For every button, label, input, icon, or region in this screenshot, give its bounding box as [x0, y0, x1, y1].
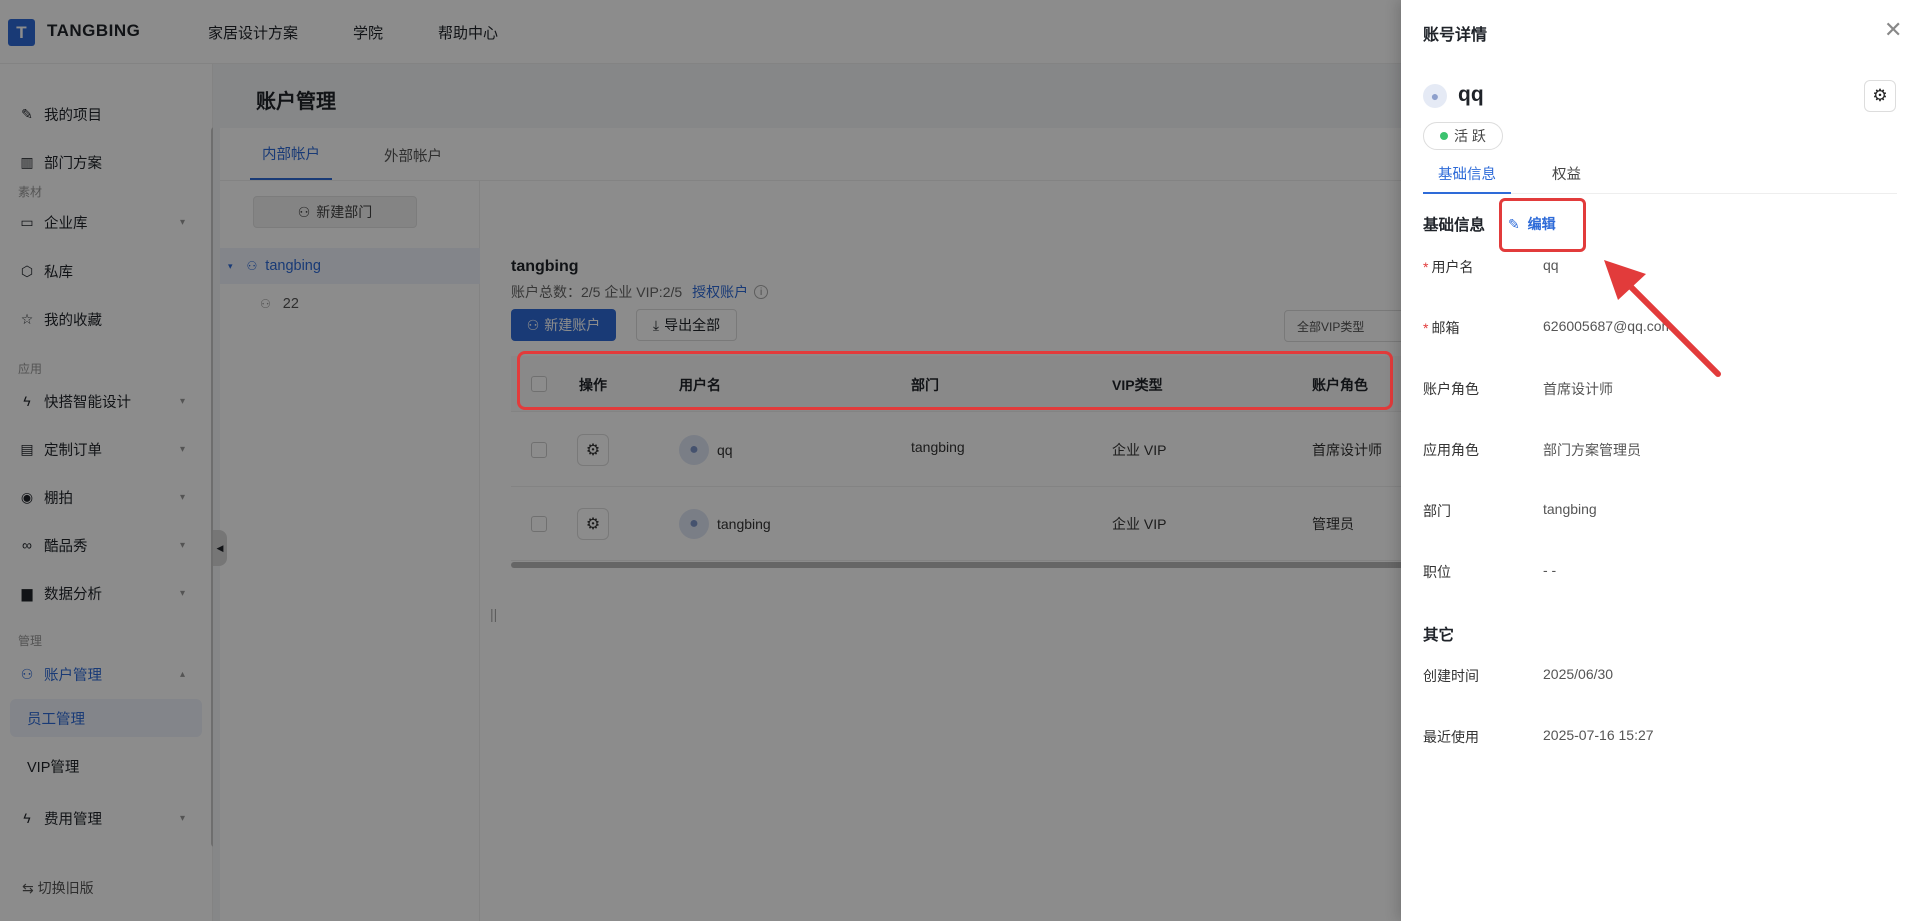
- field-label-department: 部门: [1423, 503, 1451, 519]
- tab-basic-info[interactable]: 基础信息: [1423, 157, 1511, 194]
- active-dot-icon: [1440, 132, 1449, 140]
- field-label-email: * 邮箱: [1423, 320, 1460, 336]
- section-other-title: 其它: [1423, 627, 1455, 644]
- row-highlight-annotation: [517, 351, 1393, 410]
- field-value-account-role: 首席设计师: [1543, 381, 1613, 397]
- field-label-last-used: 最近使用: [1423, 729, 1479, 745]
- field-label-account-role: 账户角色: [1423, 381, 1479, 397]
- field-label-text: 用户名: [1431, 259, 1474, 275]
- status-badge: 活 跃: [1423, 122, 1503, 150]
- section-basic-title: 基础信息: [1423, 217, 1486, 234]
- modal-overlay[interactable]: [0, 0, 1401, 921]
- field-label-created: 创建时间: [1423, 668, 1479, 684]
- drawer-username: qq: [1458, 83, 1484, 106]
- field-value-last-used: 2025-07-16 15:27: [1543, 727, 1654, 743]
- avatar: ●: [1423, 84, 1447, 108]
- account-detail-drawer: 账号详情 ✕ ● qq ⚙ 活 跃 基础信息 权益 基础信息 ✎ 编辑 * 用户名…: [1401, 0, 1917, 921]
- field-value-department: tangbing: [1543, 501, 1597, 517]
- drawer-title: 账号详情: [1423, 27, 1488, 44]
- field-value-app-role: 部门方案管理员: [1543, 442, 1641, 458]
- tab-benefits[interactable]: 权益: [1537, 157, 1596, 194]
- field-value-position: - -: [1543, 562, 1557, 578]
- app-root: T TANGBING 家居设计方案 学院 帮助中心 ✎ 我的项目 ▥ 部门方案 …: [0, 0, 1917, 921]
- field-label-username: * 用户名: [1423, 259, 1474, 275]
- edit-highlight-annotation: [1499, 198, 1586, 252]
- field-label-app-role: 应用角色: [1423, 442, 1479, 458]
- close-icon[interactable]: ✕: [1884, 17, 1902, 43]
- gear-icon[interactable]: ⚙: [1864, 80, 1896, 112]
- status-text: 活 跃: [1454, 128, 1486, 144]
- arrow-annotation-icon: [1604, 260, 1721, 377]
- drawer-tabs: 基础信息 权益: [1423, 157, 1897, 194]
- field-value-username: qq: [1543, 257, 1559, 273]
- field-value-created: 2025/06/30: [1543, 666, 1614, 682]
- field-label-position: 职位: [1423, 564, 1451, 580]
- field-label-text: 邮箱: [1431, 320, 1460, 336]
